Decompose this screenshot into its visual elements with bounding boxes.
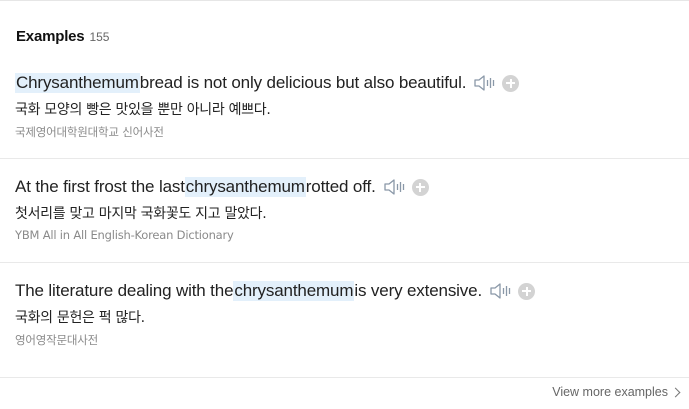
sentence-text-after: is very extensive. [354,281,483,300]
examples-section: Examples 155 Chrysanthemum bread is not … [0,0,689,409]
example-sentence: At the first frost the last chrysanthemu… [15,177,429,197]
example-source: 영어영작문대사전 [15,333,99,347]
example-divider [0,377,689,378]
example-sentence: Chrysanthemum bread is not only deliciou… [15,73,520,93]
highlighted-term[interactable]: chrysanthemum [184,177,306,197]
example-translation: 국화 모양의 빵은 맛있을 뿐만 아니라 예쁘다. [15,102,271,118]
highlighted-term[interactable]: chrysanthemum [233,281,355,301]
speaker-icon[interactable] [473,73,497,93]
example-source: YBM All in All English-Korean Dictionary [15,228,234,242]
example-translation: 첫서리를 맞고 마지막 국화꽃도 지고 말았다. [15,206,267,222]
example-source: 국제영어대학원대학교 신어사전 [15,125,164,139]
speaker-icon[interactable] [489,281,513,301]
highlighted-term[interactable]: Chrysanthemum [15,73,140,93]
sentence-text-after: bread is not only delicious but also bea… [139,73,467,92]
examples-count: 155 [89,30,110,44]
plus-circle-icon[interactable] [518,282,536,300]
plus-circle-icon[interactable] [411,178,429,196]
sentence-text-before: At the first frost the last [15,177,185,196]
sentence-text-before: The literature dealing with the [15,281,234,300]
example-translation: 국화의 문헌은 퍽 많다. [15,310,145,326]
plus-circle-icon[interactable] [502,74,520,92]
sentence-text-after: rotted off. [305,177,376,196]
view-more-label: View more examples [552,385,668,399]
example-sentence: The literature dealing with the chrysant… [15,281,536,301]
chevron-right-icon [670,387,681,397]
view-more-examples-link[interactable]: View more examples [552,385,681,399]
speaker-icon[interactable] [383,177,407,197]
examples-header: Examples 155 [16,28,109,45]
example-divider [0,262,689,263]
example-divider [0,158,689,159]
examples-title: Examples [16,28,85,45]
